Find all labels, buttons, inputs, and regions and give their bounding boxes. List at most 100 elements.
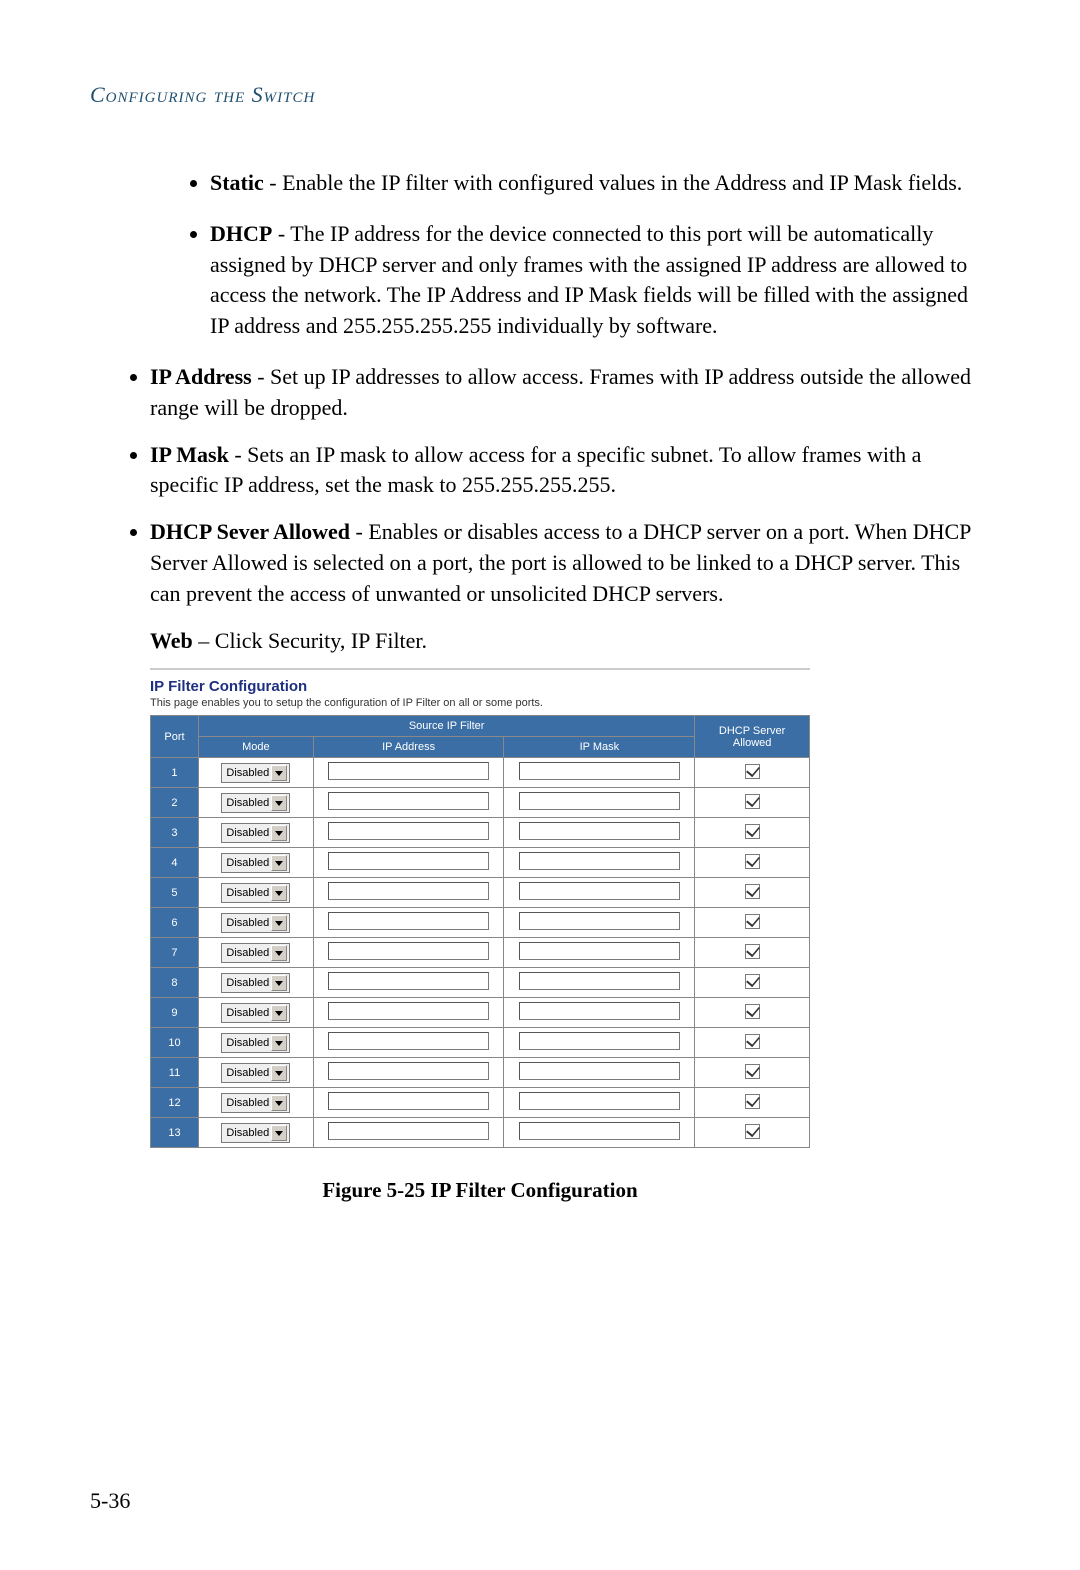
mode-select-value: Disabled [226,1127,269,1139]
mode-select-value: Disabled [226,1037,269,1049]
ipaddress-input[interactable] [328,942,490,960]
mode-select[interactable]: Disabled [221,913,290,933]
dhcp-allowed-checkbox[interactable] [745,884,760,899]
ipmask-input[interactable] [519,1002,681,1020]
ipaddress-input[interactable] [328,1092,490,1110]
ipaddress-cell [313,878,504,908]
ipmask-input[interactable] [519,1122,681,1140]
col-ipmask: IP Mask [504,737,695,758]
ipmask-input[interactable] [519,942,681,960]
ipmask-input[interactable] [519,852,681,870]
text-ipmask: - Sets an IP mask to allow access for a … [150,442,921,498]
dhcp-allowed-cell [695,818,810,848]
dhcp-allowed-checkbox[interactable] [745,794,760,809]
ipaddress-cell [313,1118,504,1148]
mode-cell: Disabled [198,788,313,818]
mode-select[interactable]: Disabled [221,1063,290,1083]
dhcp-allowed-checkbox[interactable] [745,944,760,959]
mode-select[interactable]: Disabled [221,853,290,873]
mode-cell: Disabled [198,1058,313,1088]
dhcp-allowed-checkbox[interactable] [745,974,760,989]
mode-select[interactable]: Disabled [221,793,290,813]
ipaddress-input[interactable] [328,792,490,810]
dhcp-allowed-checkbox[interactable] [745,1094,760,1109]
table-row: 12 Disabled [151,1088,810,1118]
chevron-down-icon [271,945,287,961]
mode-cell: Disabled [198,818,313,848]
dhcp-allowed-checkbox[interactable] [745,1124,760,1139]
ipmask-input[interactable] [519,1092,681,1110]
ipmask-cell [504,818,695,848]
ipmask-input[interactable] [519,882,681,900]
ipmask-input[interactable] [519,762,681,780]
col-mode: Mode [198,737,313,758]
mode-select[interactable]: Disabled [221,1093,290,1113]
mode-select[interactable]: Disabled [221,1123,290,1143]
ipaddress-input[interactable] [328,1032,490,1050]
ipaddress-input[interactable] [328,1062,490,1080]
dhcp-allowed-checkbox[interactable] [745,824,760,839]
ipmask-input[interactable] [519,792,681,810]
mode-select[interactable]: Disabled [221,823,290,843]
ipaddress-input[interactable] [328,762,490,780]
mode-select[interactable]: Disabled [221,1033,290,1053]
ipmask-input[interactable] [519,822,681,840]
mode-cell: Disabled [198,1118,313,1148]
mode-select[interactable]: Disabled [221,883,290,903]
panel-title: IP Filter Configuration [150,670,810,695]
ipmask-cell [504,1088,695,1118]
mode-select[interactable]: Disabled [221,1003,290,1023]
port-cell: 9 [151,998,199,1028]
ipmask-input[interactable] [519,912,681,930]
ipmask-cell [504,938,695,968]
table-row: 1Disabled [151,758,810,788]
dhcp-allowed-cell [695,908,810,938]
dhcp-allowed-cell [695,998,810,1028]
mode-cell: Disabled [198,1028,313,1058]
mode-cell: Disabled [198,848,313,878]
mode-select[interactable]: Disabled [221,763,290,783]
mode-cell: Disabled [198,998,313,1028]
dhcp-allowed-checkbox[interactable] [745,764,760,779]
ipaddress-input[interactable] [328,1002,490,1020]
web-label: Web [150,628,193,653]
table-row: 9 Disabled [151,998,810,1028]
table-row: 10Disabled [151,1028,810,1058]
chevron-down-icon [271,1125,287,1141]
chevron-down-icon [271,795,287,811]
ipmask-input[interactable] [519,1062,681,1080]
mode-select-value: Disabled [226,977,269,989]
mode-select[interactable]: Disabled [221,943,290,963]
term-dhcp-allowed: DHCP Sever Allowed [150,519,350,544]
port-cell: 12 [151,1088,199,1118]
ipaddress-input[interactable] [328,852,490,870]
ipaddress-input[interactable] [328,822,490,840]
ip-filter-table: Port Source IP Filter DHCP Server Allowe… [150,715,810,1148]
page-number: 5-36 [90,1488,130,1514]
dhcp-allowed-checkbox[interactable] [745,1064,760,1079]
dhcp-allowed-checkbox[interactable] [745,1004,760,1019]
port-cell: 2 [151,788,199,818]
ipmask-cell [504,1058,695,1088]
ipaddress-input[interactable] [328,912,490,930]
ipmask-input[interactable] [519,972,681,990]
ipmask-input[interactable] [519,1032,681,1050]
dhcp-allowed-cell [695,788,810,818]
dhcp-allowed-cell [695,758,810,788]
chevron-down-icon [271,1035,287,1051]
text-static: - Enable the IP filter with configured v… [264,170,963,195]
ipaddress-cell [313,1028,504,1058]
dhcp-allowed-checkbox[interactable] [745,1034,760,1049]
ipaddress-input[interactable] [328,882,490,900]
ipaddress-input[interactable] [328,1122,490,1140]
web-text: – Click Security, IP Filter. [193,628,427,653]
list-item: DHCP - The IP address for the device con… [210,219,990,342]
mode-select[interactable]: Disabled [221,973,290,993]
dhcp-allowed-checkbox[interactable] [745,854,760,869]
ipaddress-cell [313,818,504,848]
ipaddress-input[interactable] [328,972,490,990]
ipaddress-cell [313,1088,504,1118]
term-ipmask: IP Mask [150,442,229,467]
dhcp-allowed-checkbox[interactable] [745,914,760,929]
mode-select-value: Disabled [226,1067,269,1079]
